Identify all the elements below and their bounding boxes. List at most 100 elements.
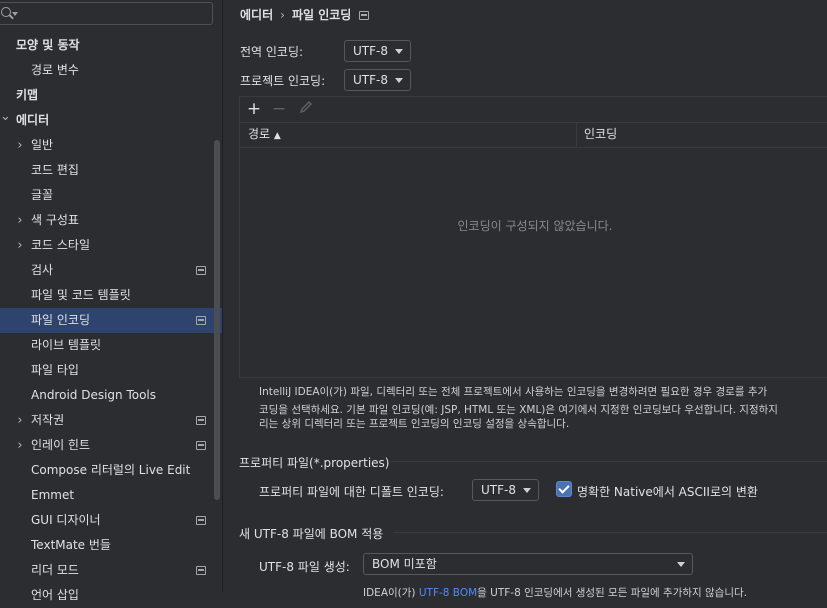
global-encoding-label: 전역 인코딩: [240, 45, 304, 59]
sidebar-item-label: 인레이 힌트 [31, 438, 91, 452]
global-encoding-value: UTF-8 [353, 44, 388, 58]
sidebar-item-label: 파일 인코딩 [31, 313, 91, 327]
breadcrumb: 에디터 › 파일 인코딩 [240, 6, 370, 23]
sidebar-item[interactable]: 경로 변수 [0, 58, 222, 83]
project-scope-icon [196, 441, 206, 450]
project-encoding-value: UTF-8 [353, 73, 388, 87]
table-header: 경로 ▲ 인코딩 [240, 122, 827, 148]
settings-search-box[interactable] [0, 2, 213, 25]
sidebar-item[interactable]: Emmet [0, 483, 222, 508]
native-ascii-checkbox[interactable] [556, 481, 572, 497]
sidebar-item[interactable]: Compose 리터럴의 Live Edit [0, 458, 222, 483]
sidebar-item-label: 에디터 [16, 113, 50, 127]
chevron-down-icon [523, 488, 531, 493]
native-ascii-label[interactable]: 명확한 Native에서 ASCII로의 변환 [577, 483, 758, 500]
properties-encoding-dropdown[interactable]: UTF-8 [472, 479, 539, 501]
properties-encoding-value: UTF-8 [481, 483, 516, 497]
utf8-bom-link[interactable]: UTF-8 BOM [419, 587, 477, 599]
description-line-2: 코딩을 선택하세요. 기본 파일 인코딩(예: JSP, HTML 또는 XML… [259, 404, 778, 416]
sidebar-item[interactable]: 모양 및 동작 [0, 33, 222, 58]
sidebar-item[interactable]: TextMate 번들 [0, 533, 222, 558]
sidebar-item-label: GUI 디자이너 [31, 513, 101, 527]
sidebar-item-label: 코드 스타일 [31, 238, 91, 252]
sidebar-item-label: 파일 타입 [31, 363, 79, 377]
table-toolbar: + − [240, 97, 827, 123]
sidebar-item[interactable]: 키맵 [0, 83, 222, 108]
sidebar-item[interactable]: › 코드 스타일 [0, 233, 222, 258]
breadcrumb-separator: › [280, 8, 285, 22]
sidebar-item-label: 일반 [31, 138, 54, 152]
sidebar-item-label: TextMate 번들 [31, 538, 111, 552]
settings-sidebar: 모양 및 동작 경로 변수 키맵 ⌄ 에디터 › 일반 코드 편집 글꼴 › 색 구성표 › 코드 스타… [0, 0, 223, 602]
sidebar-item-label: 파일 및 코드 템플릿 [31, 288, 131, 302]
sidebar-item-label: 리더 모드 [31, 563, 79, 577]
project-scope-icon [196, 566, 206, 575]
global-encoding-dropdown[interactable]: UTF-8 [344, 40, 411, 62]
sidebar-item-label: 언어 삽입 [31, 588, 79, 602]
column-header-path-label: 경로 [248, 127, 271, 141]
sidebar-item[interactable]: 언어 삽입 [0, 583, 222, 608]
bom-create-dropdown[interactable]: BOM 미포함 [363, 553, 693, 575]
sidebar-item-label: 저작권 [31, 413, 65, 427]
sidebar-item[interactable]: Android Design Tools [0, 383, 222, 408]
bom-note: IDEA이(가) UTF-8 BOM을 UTF-8 인코딩에서 생성된 모든 파… [363, 585, 827, 600]
sidebar-item[interactable]: › 저작권 [0, 408, 222, 433]
project-scope-icon [196, 516, 206, 525]
sidebar-item[interactable]: 파일 인코딩 [0, 308, 222, 333]
sidebar-item-label: 색 구성표 [31, 213, 79, 227]
sidebar-item[interactable]: 코드 편집 [0, 158, 222, 183]
sidebar-item[interactable]: 파일 및 코드 템플릿 [0, 283, 222, 308]
bom-create-value: BOM 미포함 [372, 557, 437, 571]
column-header-encoding[interactable]: 인코딩 [584, 122, 617, 147]
chevron-down-icon [395, 49, 403, 54]
chevron-right-icon[interactable]: › [15, 133, 25, 158]
sidebar-item[interactable]: › 일반 [0, 133, 222, 158]
sidebar-item[interactable]: 글꼴 [0, 183, 222, 208]
sidebar-item[interactable]: 라이브 템플릿 [0, 333, 222, 358]
remove-icon[interactable]: − [270, 100, 288, 118]
sidebar-item[interactable]: › 인레이 힌트 [0, 433, 222, 458]
sort-ascending-icon: ▲ [273, 131, 281, 141]
encoding-mappings-table: + − 경로 ▲ 인코딩 인코딩이 구성되지 않았습니다. [239, 96, 827, 378]
description-line-1: IntelliJ IDEA이(가) 파일, 디렉터리 또는 전체 프로젝트에서 … [259, 386, 768, 398]
project-scope-icon [196, 316, 206, 325]
sidebar-item-label: Android Design Tools [31, 388, 157, 402]
chevron-right-icon[interactable]: › [15, 433, 25, 458]
section-divider [388, 461, 827, 462]
search-icon[interactable] [1, 7, 11, 17]
breadcrumb-current: 파일 인코딩 [291, 8, 352, 22]
sidebar-item[interactable]: 파일 타입 [0, 358, 222, 383]
project-encoding-label: 프로젝트 인코딩: [240, 74, 326, 88]
chevron-down-icon[interactable]: ⌄ [0, 104, 11, 129]
bom-section-title: 새 UTF-8 파일에 BOM 적용 [239, 527, 384, 541]
chevron-right-icon[interactable]: › [15, 233, 25, 258]
bom-note-suffix: 을 UTF-8 인코딩에서 생성된 모든 파일에 추가하지 않습니다. [477, 587, 747, 599]
column-separator[interactable] [576, 122, 577, 147]
sidebar-item-label: 모양 및 동작 [16, 38, 80, 52]
search-history-caret-icon[interactable] [12, 12, 18, 16]
project-encoding-dropdown[interactable]: UTF-8 [344, 69, 411, 91]
sidebar-item[interactable]: › 색 구성표 [0, 208, 222, 233]
properties-section-title: 프로퍼티 파일(*.properties) [239, 456, 390, 470]
project-scope-icon [196, 266, 206, 275]
settings-search-input[interactable] [20, 5, 209, 23]
column-header-path[interactable]: 경로 ▲ [248, 122, 281, 147]
sidebar-item-label: 글꼴 [31, 188, 54, 202]
settings-main-panel: 에디터 › 파일 인코딩 전역 인코딩: UTF-8 프로젝트 인코딩: UTF-8… [223, 0, 827, 599]
sidebar-item[interactable]: GUI 디자이너 [0, 508, 222, 533]
sidebar-item-label: 경로 변수 [31, 63, 79, 77]
sidebar-item[interactable]: 검사 [0, 258, 222, 283]
project-scope-icon [196, 416, 206, 425]
chevron-down-icon [395, 78, 403, 83]
add-icon[interactable]: + [245, 100, 263, 118]
bom-create-label: UTF-8 파일 생성: [259, 560, 350, 574]
chevron-right-icon[interactable]: › [15, 408, 25, 433]
chevron-right-icon[interactable]: › [15, 208, 25, 233]
sidebar-scrollbar[interactable] [214, 140, 220, 500]
sidebar-item-label: 라이브 템플릿 [31, 338, 102, 352]
sidebar-item-label: Emmet [31, 488, 75, 502]
sidebar-item[interactable]: 리더 모드 [0, 558, 222, 583]
sidebar-item[interactable]: ⌄ 에디터 [0, 108, 222, 133]
edit-pencil-icon[interactable] [297, 100, 315, 118]
breadcrumb-parent[interactable]: 에디터 [240, 8, 273, 22]
